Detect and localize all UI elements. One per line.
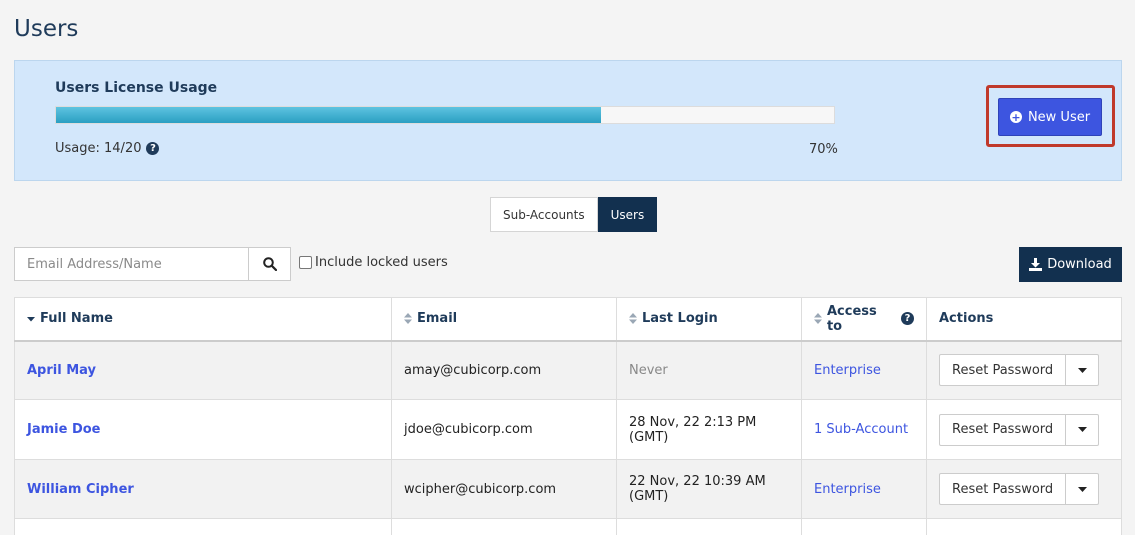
actions-dropdown-button[interactable] bbox=[1066, 354, 1100, 387]
column-email[interactable]: Email bbox=[391, 297, 617, 342]
question-circle-icon[interactable]: ? bbox=[146, 142, 160, 155]
row-actions: Reset Password bbox=[939, 473, 1109, 505]
sort-icon bbox=[814, 313, 822, 325]
table-header-row: Full Name Email Last Login Access to ? A… bbox=[14, 297, 1122, 342]
search-icon bbox=[262, 257, 277, 271]
column-label: Access to bbox=[826, 303, 877, 334]
column-label: Full Name bbox=[40, 311, 113, 327]
table-row: Jamie Doe jdoe@cubicorp.com 28 Nov, 22 2… bbox=[14, 399, 1122, 460]
user-name-link[interactable]: April May bbox=[27, 363, 96, 378]
caret-down-icon bbox=[1077, 367, 1087, 373]
user-name-link[interactable]: William Cipher bbox=[27, 482, 134, 497]
user-last-login: Never bbox=[629, 362, 668, 378]
download-label: Download bbox=[1047, 257, 1112, 272]
usage-count: Usage: 14/20 ? bbox=[55, 141, 160, 156]
caret-down-icon bbox=[1077, 427, 1087, 432]
users-table: Full Name Email Last Login Access to ? A… bbox=[14, 297, 1122, 535]
sort-icon bbox=[629, 313, 637, 325]
sort-desc-icon bbox=[27, 316, 35, 322]
user-access-link[interactable]: Enterprise bbox=[814, 363, 881, 378]
user-email: jdoe@cubicorp.com bbox=[391, 399, 617, 460]
license-usage-title: Users License Usage bbox=[55, 80, 218, 96]
new-user-label: New User bbox=[1027, 109, 1091, 125]
column-access-to[interactable]: Access to ? bbox=[801, 297, 927, 342]
usage-label: Usage: 14/20 bbox=[55, 141, 142, 156]
reset-password-button[interactable]: Reset Password bbox=[939, 473, 1067, 505]
caret-down-icon bbox=[1077, 486, 1087, 492]
download-button[interactable]: Download bbox=[1019, 247, 1122, 282]
reset-password-button[interactable]: Reset Password bbox=[939, 413, 1067, 446]
tab-sub-accounts[interactable]: Sub-Accounts bbox=[490, 197, 598, 232]
include-locked-label: Include locked users bbox=[315, 255, 448, 270]
search-button[interactable] bbox=[248, 248, 290, 280]
table-row bbox=[14, 518, 1122, 535]
user-last-login: 28 Nov, 22 2:13 PM (GMT) bbox=[616, 399, 802, 460]
search-box bbox=[14, 247, 291, 281]
user-access-link[interactable]: Enterprise bbox=[814, 482, 881, 497]
new-user-button[interactable]: + New User bbox=[998, 98, 1102, 136]
download-icon bbox=[1029, 258, 1043, 271]
include-locked-checkbox[interactable] bbox=[299, 256, 312, 269]
include-locked-filter[interactable]: Include locked users bbox=[299, 255, 448, 270]
user-name-link[interactable]: Jamie Doe bbox=[27, 422, 101, 437]
user-last-login: 22 Nov, 22 10:39 AM (GMT) bbox=[616, 459, 802, 519]
license-progress-fill bbox=[56, 107, 601, 123]
user-email: amay@cubicorp.com bbox=[391, 340, 617, 400]
search-input[interactable] bbox=[15, 248, 248, 280]
plus-circle-icon: + bbox=[1009, 110, 1022, 124]
tab-users[interactable]: Users bbox=[597, 197, 658, 232]
table-row: William Cipher wcipher@cubicorp.com 22 N… bbox=[14, 459, 1122, 519]
column-last-login[interactable]: Last Login bbox=[616, 297, 802, 342]
table-row: April May amay@cubicorp.com Never Enterp… bbox=[14, 340, 1122, 400]
sort-icon bbox=[404, 313, 412, 325]
question-circle-icon[interactable]: ? bbox=[901, 312, 915, 326]
account-tabs: Sub-Accounts Users bbox=[490, 197, 658, 232]
license-usage-panel: Users License Usage Usage: 14/20 ? 70% +… bbox=[14, 60, 1122, 181]
license-progress-bar bbox=[55, 106, 835, 124]
row-actions: Reset Password bbox=[939, 354, 1109, 387]
usage-percent: 70% bbox=[809, 142, 838, 157]
column-full-name[interactable]: Full Name bbox=[14, 297, 392, 342]
actions-dropdown-button[interactable] bbox=[1066, 473, 1100, 505]
user-email: wcipher@cubicorp.com bbox=[391, 459, 617, 519]
column-label: Last Login bbox=[642, 311, 718, 327]
column-actions: Actions bbox=[926, 297, 1122, 342]
user-access-link[interactable]: 1 Sub-Account bbox=[814, 422, 908, 437]
page-title: Users bbox=[14, 16, 79, 42]
reset-password-button[interactable]: Reset Password bbox=[939, 354, 1067, 387]
row-actions: Reset Password bbox=[939, 413, 1109, 446]
column-label: Email bbox=[417, 311, 458, 327]
actions-dropdown-button[interactable] bbox=[1066, 413, 1100, 446]
